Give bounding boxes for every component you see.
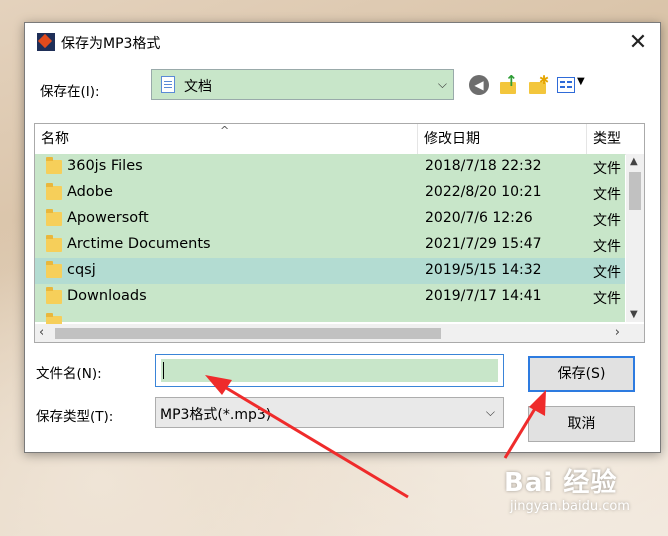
watermark-logo: Bai 经验 [504, 468, 618, 498]
arrow-to-save [503, 390, 546, 459]
annotation-arrows [205, 375, 546, 499]
arrow-to-filename [205, 375, 409, 499]
baidu-watermark: Bai 经验 jingyan.baidu.com [504, 462, 630, 514]
watermark-url: jingyan.baidu.com [510, 499, 630, 514]
